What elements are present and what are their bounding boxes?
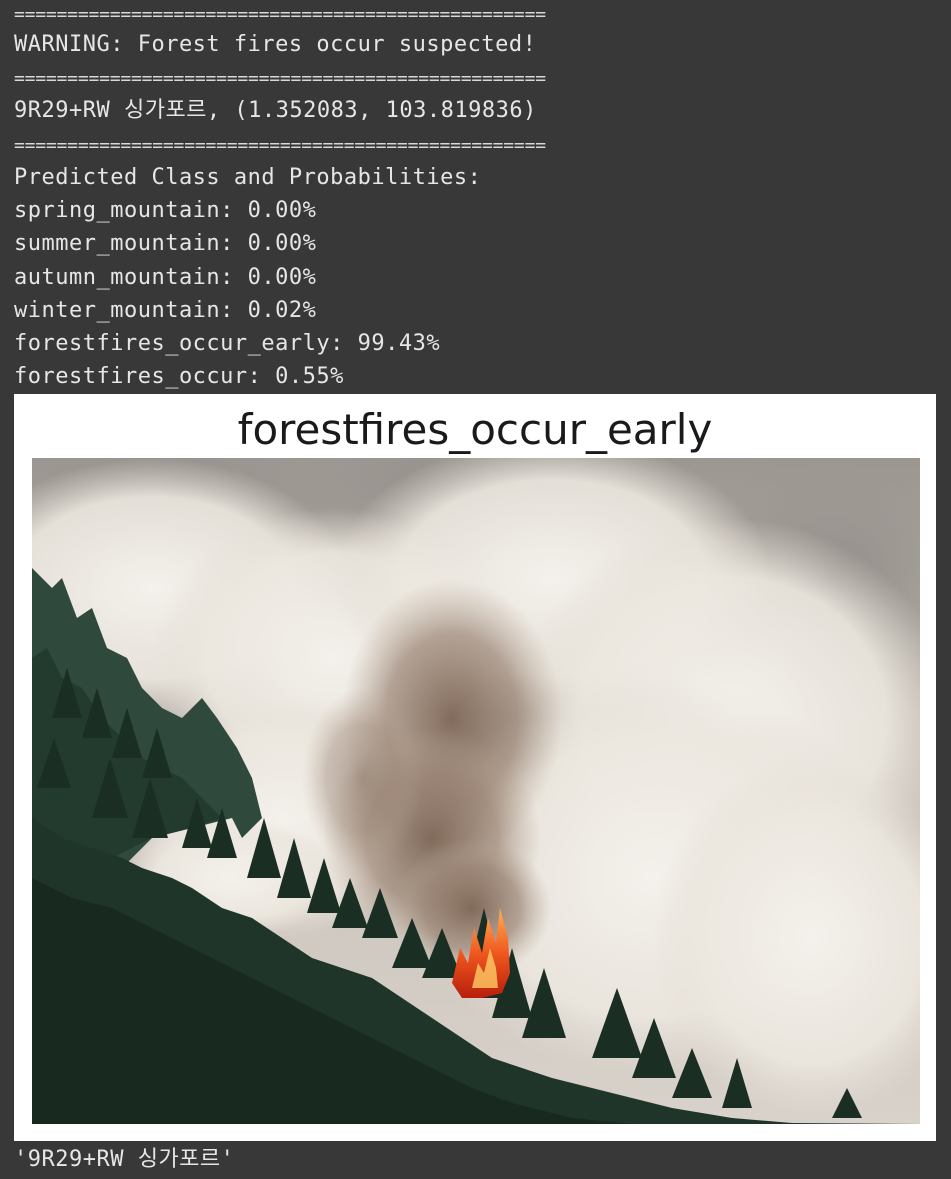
- figure-title: forestfires_occur_early: [237, 405, 713, 454]
- probabilities-header: Predicted Class and Probabilities:: [14, 165, 482, 190]
- return-value-text: '9R29+RW 싱가포르': [14, 1147, 235, 1172]
- warning-message: WARNING: Forest fires occur suspected!: [14, 32, 537, 57]
- notebook-output-cell: ========================================…: [0, 0, 951, 1179]
- probability-line: winter_mountain: 0.02%: [14, 298, 317, 323]
- probability-line: forestfires_occur_early: 99.43%: [14, 331, 441, 356]
- separator-line: ========================================…: [14, 4, 546, 25]
- probability-line: autumn_mountain: 0.00%: [14, 265, 317, 290]
- location-text: 9R29+RW 싱가포르, (1.352083, 103.819836): [14, 98, 537, 123]
- probability-line: forestfires_occur: 0.55%: [14, 364, 344, 389]
- separator-line: ========================================…: [14, 135, 546, 156]
- separator-line: ========================================…: [14, 68, 546, 89]
- matplotlib-figure: forestfires_occur_early: [14, 394, 936, 1141]
- probability-line: spring_mountain: 0.00%: [14, 198, 317, 223]
- probability-line: summer_mountain: 0.00%: [14, 231, 317, 256]
- forest-fire-photo: [32, 458, 920, 1124]
